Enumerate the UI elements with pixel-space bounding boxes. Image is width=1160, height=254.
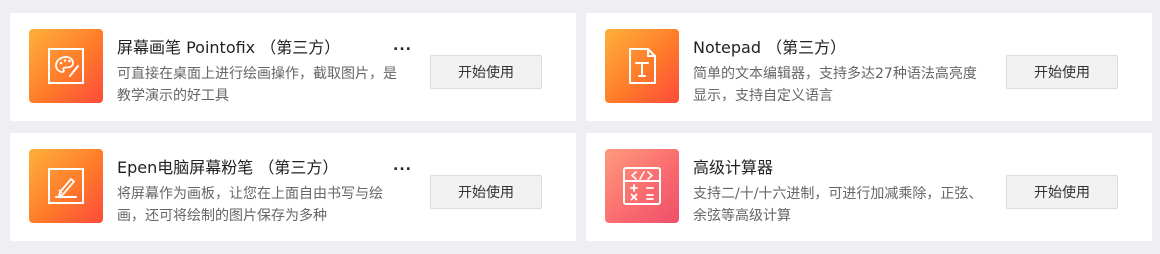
- app-description: 支持二/十/十六进制，可进行加减乘除，正弦、余弦等高级计算: [693, 186, 983, 224]
- app-card-epen: Epen电脑屏幕粉笔 （第三方） ... 将屏幕作为画板，让您在上面自由书写与绘…: [10, 133, 576, 241]
- app-grid: 屏幕画笔 Pointofix （第三方） ... 可直接在桌面上进行绘画操作，截…: [0, 0, 1160, 254]
- app-description: 可直接在桌面上进行绘画操作，截取图片，是教学演示的好工具: [117, 66, 397, 104]
- app-card-pointofix: 屏幕画笔 Pointofix （第三方） ... 可直接在桌面上进行绘画操作，截…: [10, 13, 576, 121]
- app-title[interactable]: Notepad （第三方）: [693, 34, 846, 58]
- title-row: 屏幕画笔 Pointofix （第三方） ...: [117, 35, 412, 57]
- app-description: 将屏幕作为画板，让您在上面自由书写与绘画，还可将绘制的图片保存为多种: [117, 186, 383, 224]
- palette-icon[interactable]: [29, 29, 103, 103]
- title-row: 高级计算器: [693, 155, 988, 177]
- start-button[interactable]: 开始使用: [1006, 175, 1118, 209]
- text-file-icon[interactable]: [605, 29, 679, 103]
- start-button[interactable]: 开始使用: [430, 175, 542, 209]
- app-card-calculator: 高级计算器 支持二/十/十六进制，可进行加减乘除，正弦、余弦等高级计算 开始使用: [586, 133, 1152, 241]
- pen-draw-icon[interactable]: [29, 149, 103, 223]
- app-title[interactable]: 高级计算器: [693, 154, 773, 178]
- app-description: 简单的文本编辑器，支持多达27种语法高亮度显示，支持自定义语言: [693, 66, 977, 104]
- more-ellipsis: ...: [393, 158, 412, 174]
- calculator-icon[interactable]: [605, 149, 679, 223]
- title-row: Notepad （第三方）: [693, 35, 988, 57]
- more-ellipsis: ...: [393, 38, 412, 54]
- start-button[interactable]: 开始使用: [1006, 55, 1118, 89]
- start-button[interactable]: 开始使用: [430, 55, 542, 89]
- app-card-notepad: Notepad （第三方） 简单的文本编辑器，支持多达27种语法高亮度显示，支持…: [586, 13, 1152, 121]
- app-title[interactable]: Epen电脑屏幕粉笔 （第三方）: [117, 154, 338, 178]
- title-row: Epen电脑屏幕粉笔 （第三方） ...: [117, 155, 412, 177]
- app-title[interactable]: 屏幕画笔 Pointofix （第三方）: [117, 34, 340, 58]
